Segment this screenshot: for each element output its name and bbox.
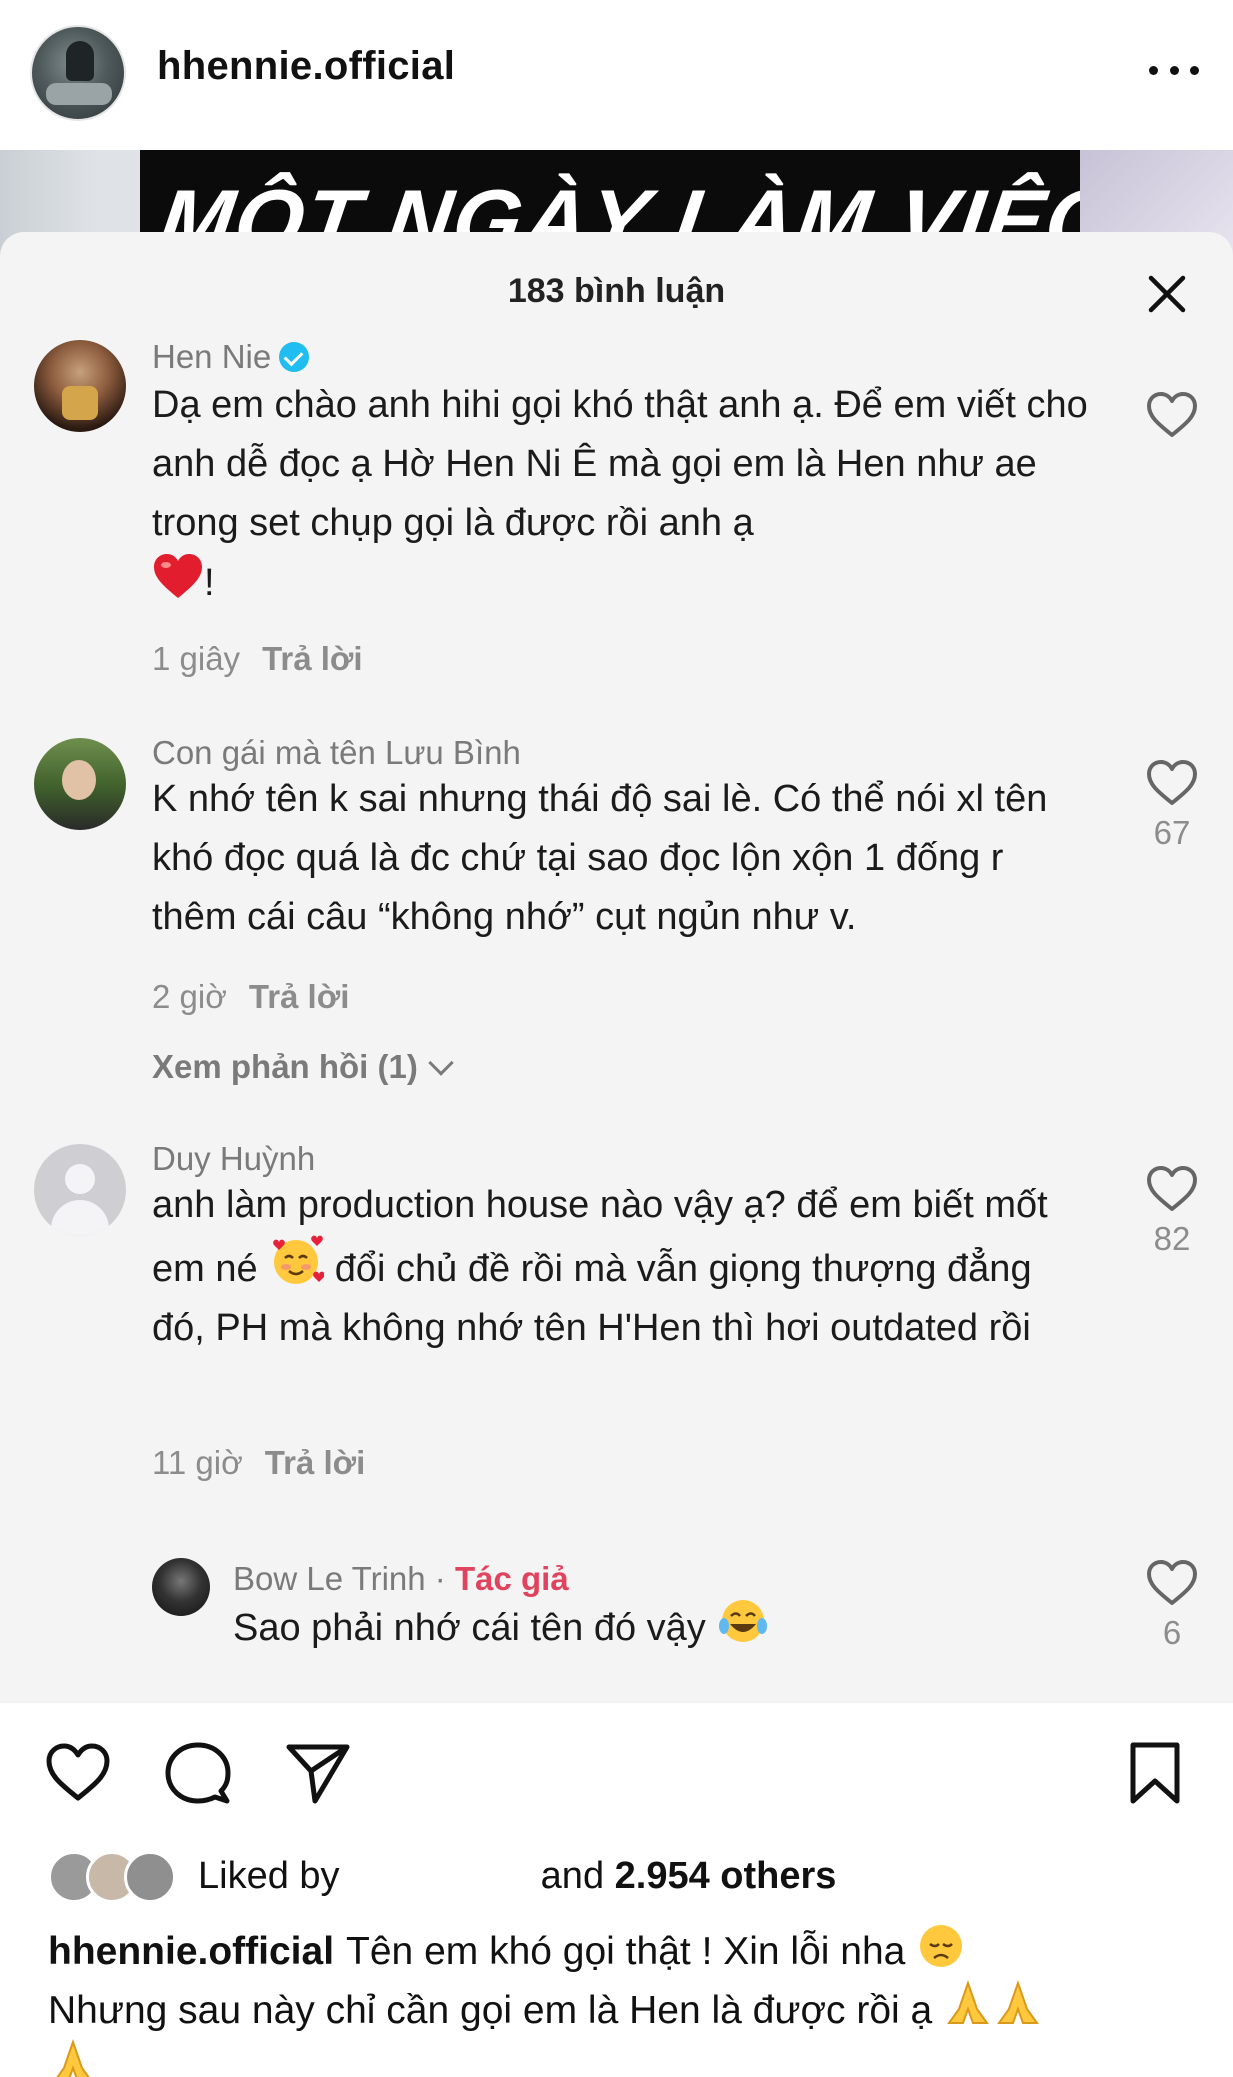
comment-text: K nhớ tên k sai nhưng thái độ sai lè. Có… [152,778,1048,938]
commenter-avatar[interactable] [152,1558,210,1616]
comment-text-body: Sao phải nhớ cái tên đó vậy [233,1607,706,1649]
heart-outline-icon[interactable] [1145,758,1199,808]
close-icon[interactable] [1145,272,1189,316]
like-column [1140,390,1204,440]
comment-time: 2 giờ [152,978,227,1015]
heart-outline-icon[interactable] [1145,390,1199,440]
comment-time: 1 giây [152,640,241,677]
caption-text-line1: Tên em khó gọi thật ! Xin lỗi nha [346,1930,906,1973]
profile-avatar[interactable] [30,25,126,121]
folded-hands-emoji-icon [997,1979,1040,2024]
red-heart-emoji-icon [154,554,202,598]
share-icon[interactable] [285,1741,351,1805]
like-column: 67 [1140,758,1204,852]
commenter-name-text: Hen Nie [152,338,272,375]
avatar-motorbike [46,83,112,105]
folded-hands-emoji-icon [56,2038,90,2077]
author-separator: · [425,1560,455,1597]
like-heart-icon[interactable] [44,1741,112,1803]
post-action-bar [0,1703,1233,1843]
comment-text: Dạ em chào anh hihi gọi khó thật anh ạ. … [152,376,1092,613]
avatar-figure [66,41,94,81]
caption-text-line2: Nhưng sau này chỉ cần gọi em là Hen là đ… [48,1989,933,2032]
likes-summary[interactable]: Liked by and 2.954 others [198,1855,836,1898]
tears-of-joy-emoji-icon [719,1600,768,1642]
post-header: hhennie.official [0,0,1233,150]
like-count: 6 [1162,1614,1182,1651]
comment-sheet: 183 bình luận Hen Nie Dạ em chào anh hih… [0,232,1233,1703]
comment-text: anh làm production house nào vậy ạ? để e… [152,1176,1092,1358]
likes-row: Liked by and 2.954 others [0,1845,1233,1915]
commenter-name[interactable]: Duy Huỳnh [152,1140,315,1178]
comment-count-title: 183 bình luận [507,272,726,310]
author-badge: Tác giả [454,1560,569,1597]
chevron-down-icon [428,1050,454,1076]
liker-avatars[interactable] [48,1851,178,1905]
more-options-icon[interactable] [1149,50,1199,90]
commenter-avatar[interactable] [34,340,126,432]
likes-suffix: and [540,1855,605,1897]
bookmark-icon[interactable] [1128,1741,1182,1805]
commenter-name-text: Bow Le Trinh [233,1560,426,1597]
view-replies-label: Xem phản hồi (1) [152,1048,418,1085]
reply-button[interactable]: Trả lời [265,1444,366,1481]
comment-meta: 11 giờ Trả lời [152,1444,365,1482]
commenter-name[interactable]: Con gái mà tên Lưu Bình [152,734,521,772]
disappointed-face-emoji-icon [920,1925,963,1967]
default-avatar-icon[interactable] [34,1144,126,1236]
comment-meta: 1 giây Trả lời [152,640,363,678]
folded-hands-emoji-icon [947,1979,990,2024]
reply-button[interactable]: Trả lời [249,978,350,1015]
commenter-name[interactable]: Hen Nie [152,338,310,376]
post-caption: hhennie.official Tên em khó gọi thật ! Xi… [48,1922,1198,2077]
comment-time: 11 giờ [152,1444,243,1481]
caption-username[interactable]: hhennie.official [48,1930,334,1973]
heart-outline-icon[interactable] [1145,1558,1199,1608]
verified-badge-icon [279,342,310,372]
likes-others: 2.954 others [614,1855,837,1897]
commenter-avatar[interactable] [34,738,126,830]
smiling-face-with-hearts-emoji-icon [273,1235,325,1284]
post-username[interactable]: hhennie.official [157,44,455,89]
comment-text-end: ! [204,562,215,604]
like-count: 67 [1153,814,1191,851]
like-column: 6 [1140,1558,1204,1652]
post-media[interactable]: MỘT NGÀY LÀM VIỆC CỦA 183 bình luận Hen … [0,150,1233,1703]
likes-prefix: Liked by [198,1855,340,1897]
comment-text: Sao phải nhớ cái tên đó vậy [233,1596,1173,1658]
like-count: 82 [1153,1220,1191,1257]
comment-icon[interactable] [165,1741,231,1805]
heart-outline-icon[interactable] [1145,1164,1199,1214]
view-replies-button[interactable]: Xem phản hồi (1) [152,1048,454,1086]
comment-text-body: Dạ em chào anh hihi gọi khó thật anh ạ. … [152,384,1088,544]
like-column: 82 [1140,1164,1204,1258]
commenter-name[interactable]: Bow Le Trinh · Tác giả [233,1560,569,1598]
reply-button[interactable]: Trả lời [262,640,363,677]
comment-meta: 2 giờ Trả lời [152,978,349,1016]
